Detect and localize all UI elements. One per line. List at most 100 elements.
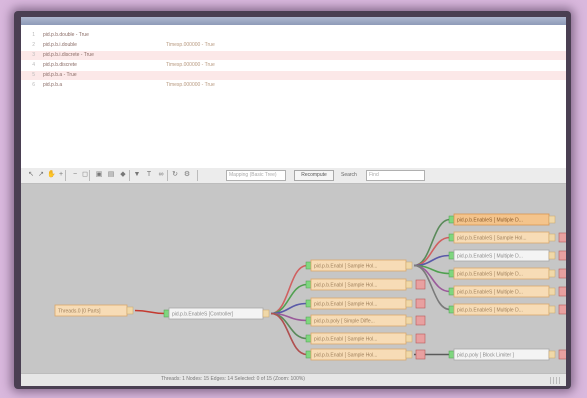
- log-row[interactable]: 6 pid.p.b.a Timesp.000000 - True: [21, 81, 566, 90]
- log-row[interactable]: 3 pid.p.b.i.discrete - True: [21, 51, 566, 60]
- graph-edge[interactable]: [270, 264, 308, 315]
- link-icon[interactable]: ∞: [157, 171, 165, 179]
- arrow-icon[interactable]: ↖: [27, 171, 35, 179]
- warning-flag-icon[interactable]: [415, 349, 426, 360]
- graph-node-m1[interactable]: pid.p.b.Enabl [ Sample Hol...: [305, 259, 413, 272]
- output-port[interactable]: [262, 309, 270, 318]
- input-port[interactable]: [305, 316, 312, 325]
- input-port[interactable]: [305, 334, 312, 343]
- warning-flag-icon[interactable]: [558, 349, 566, 360]
- resize-grip[interactable]: [550, 377, 560, 384]
- filter-icon[interactable]: ▼: [133, 171, 141, 179]
- input-port[interactable]: [448, 305, 455, 314]
- output-port[interactable]: [548, 305, 556, 314]
- status-text: Threads: 1 Nodes: 15 Edges: 14 Selected:…: [161, 376, 305, 382]
- output-port[interactable]: [405, 299, 413, 308]
- warning-flag-icon[interactable]: [558, 250, 566, 261]
- text-icon[interactable]: T: [145, 171, 153, 179]
- folder-icon[interactable]: ▤: [107, 171, 115, 179]
- input-port[interactable]: [448, 287, 455, 296]
- warning-flag-icon[interactable]: [558, 286, 566, 297]
- node-label: pid.p.b.Enabl [ Sample Hol...: [314, 353, 377, 359]
- output-port[interactable]: [548, 233, 556, 242]
- input-port[interactable]: [305, 280, 312, 289]
- graph-node-r5[interactable]: pid.p.b.EnableS [ Multiple D...: [448, 285, 566, 298]
- output-port[interactable]: [548, 350, 556, 359]
- input-port[interactable]: [448, 350, 455, 359]
- graph-node-root[interactable]: Threads.0 [0 Parts]: [54, 304, 134, 317]
- graph-node-m3[interactable]: pid.p.b.Enabl [ Sample Hol...: [305, 297, 426, 310]
- recompute-button[interactable]: Recompute: [294, 170, 334, 181]
- input-port[interactable]: [448, 269, 455, 278]
- graph-node-r3[interactable]: pid.p.b.EnableS [ Multiple D...: [448, 249, 566, 262]
- warning-flag-icon[interactable]: [415, 279, 426, 290]
- input-port[interactable]: [448, 215, 455, 224]
- toolbar: Mapping (Basic Tree) Recompute Search Fi…: [21, 168, 566, 184]
- input-port[interactable]: [305, 261, 312, 270]
- graph-node-r6[interactable]: pid.p.b.EnableS [ Multiple D...: [448, 303, 566, 316]
- zoom-in-icon[interactable]: +: [57, 171, 65, 179]
- log-panel[interactable]: 1 pid.p.b.double - True 2 pid.p.b.i.double T…: [21, 25, 566, 169]
- output-port[interactable]: [405, 316, 413, 325]
- input-port[interactable]: [448, 233, 455, 242]
- warning-flag-icon[interactable]: [415, 298, 426, 309]
- graph-edge[interactable]: [134, 309, 166, 315]
- log-row[interactable]: 2 pid.p.b.i.double Timesp.000000 - True: [21, 41, 566, 50]
- fit-icon[interactable]: ◻: [81, 171, 89, 179]
- search-input[interactable]: Find: [366, 170, 425, 181]
- warning-flag-icon[interactable]: [558, 268, 566, 279]
- title-bar[interactable]: [21, 17, 566, 25]
- layout-combo[interactable]: Mapping (Basic Tree): [226, 170, 286, 181]
- graph-svg[interactable]: Threads.0 [0 Parts] pid.p.b.EnableS [Cont…: [21, 184, 566, 373]
- lock-icon[interactable]: ▣: [95, 171, 103, 179]
- line-number: 1: [32, 32, 35, 38]
- warning-flag-icon[interactable]: [415, 315, 426, 326]
- graph-canvas[interactable]: Threads.0 [0 Parts] pid.p.b.EnableS [Cont…: [21, 184, 566, 373]
- warning-flag-icon[interactable]: [558, 232, 566, 243]
- line-number: 3: [32, 52, 35, 58]
- log-row[interactable]: 1 pid.p.b.double - True: [21, 31, 566, 40]
- input-port[interactable]: [305, 299, 312, 308]
- hand-icon[interactable]: ✋: [47, 171, 56, 179]
- search-label: Search: [341, 172, 357, 178]
- warning-flag-icon[interactable]: [415, 333, 426, 344]
- node-label: pid.p.b.Enabl [ Sample Hol...: [314, 264, 377, 270]
- graph-edge[interactable]: [413, 218, 451, 267]
- output-port[interactable]: [405, 280, 413, 289]
- output-port[interactable]: [548, 269, 556, 278]
- node-label: pid.p.b.EnableS [Controller]: [172, 312, 234, 318]
- output-port[interactable]: [405, 334, 413, 343]
- zoom-out-icon[interactable]: −: [71, 171, 79, 179]
- graph-node-r2[interactable]: pid.p.b.EnableS [ Sample Hol...: [448, 231, 566, 244]
- output-port[interactable]: [548, 287, 556, 296]
- graph-node-m4[interactable]: pid.p.b.poly [ Simple Diffe...: [305, 314, 426, 327]
- pointer-icon[interactable]: ↗: [37, 171, 45, 179]
- graph-node-r4[interactable]: pid.p.b.EnableS [ Multiple D...: [448, 267, 566, 280]
- output-port[interactable]: [405, 261, 413, 270]
- log-text: pid.p.b.a - True: [43, 72, 77, 78]
- input-port[interactable]: [305, 350, 312, 359]
- input-port[interactable]: [448, 251, 455, 260]
- node-label: pid.p.b.Enabl [ Sample Hol...: [314, 302, 377, 308]
- settings-icon[interactable]: ⚙: [183, 171, 191, 179]
- log-row[interactable]: 4 pid.p.b.discrete Timesp.000000 - True: [21, 61, 566, 70]
- node-label: pid.p.b.poly [ Simple Diffe...: [314, 319, 375, 325]
- warning-flag-icon[interactable]: [558, 304, 566, 315]
- input-port[interactable]: [163, 309, 170, 318]
- log-timestamp: Timesp.000000 - True: [166, 62, 215, 68]
- output-port[interactable]: [405, 350, 413, 359]
- log-text: pid.p.b.i.discrete - True: [43, 52, 94, 58]
- output-port[interactable]: [548, 215, 556, 224]
- graph-node-r1[interactable]: pid.p.b.EnableS [ Multiple D...: [448, 213, 556, 226]
- graph-node-r7[interactable]: pid.p.poly [ Block Limiter ]: [448, 348, 566, 361]
- output-port[interactable]: [548, 251, 556, 260]
- app-window: 1 pid.p.b.double - True 2 pid.p.b.i.double T…: [21, 17, 566, 386]
- graph-node-hub[interactable]: pid.p.b.EnableS [Controller]: [163, 307, 270, 320]
- graph-node-m2[interactable]: pid.p.b.Enabl [ Sample Hol...: [305, 278, 426, 291]
- output-port[interactable]: [126, 306, 134, 315]
- graph-node-m6[interactable]: pid.p.b.Enabl [ Sample Hol...: [305, 348, 426, 361]
- refresh-icon[interactable]: ↻: [171, 171, 179, 179]
- tag-icon[interactable]: ◆: [119, 171, 127, 179]
- log-row[interactable]: 5 pid.p.b.a - True: [21, 71, 566, 80]
- graph-node-m5[interactable]: pid.p.b.Enabl [ Sample Hol...: [305, 332, 426, 345]
